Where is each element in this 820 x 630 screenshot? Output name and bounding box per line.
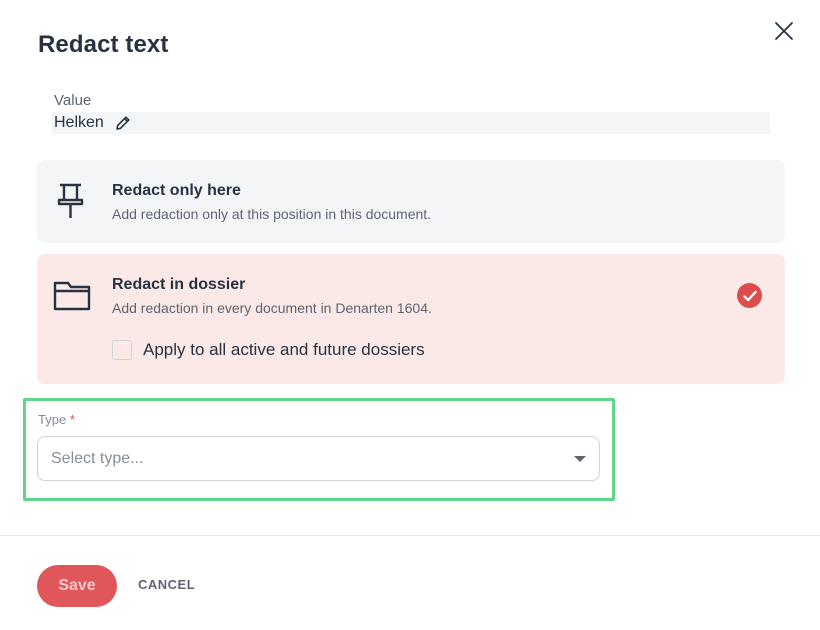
pencil-icon[interactable] — [114, 114, 132, 132]
value-section: Value Helken — [52, 92, 770, 134]
dialog-title: Redact text — [38, 31, 169, 58]
type-label: Type * — [38, 412, 75, 427]
option-title: Redact only here — [112, 182, 241, 199]
option-title: Redact in dossier — [112, 276, 246, 293]
redact-text-dialog: Redact text Value Helken Redact only her… — [0, 0, 820, 630]
value-text: Helken — [54, 114, 104, 131]
type-select[interactable]: Select type... — [37, 436, 600, 481]
apply-all-dossiers-label: Apply to all active and future dossiers — [143, 340, 425, 359]
option-redact-only-here[interactable]: Redact only here Add redaction only at t… — [37, 160, 785, 243]
save-button[interactable]: Save — [37, 565, 117, 607]
option-redact-in-dossier[interactable]: Redact in dossier Add redaction in every… — [37, 254, 785, 384]
folder-icon — [53, 281, 91, 311]
apply-all-dossiers-checkbox[interactable] — [112, 340, 132, 360]
close-icon — [775, 22, 793, 40]
required-marker: * — [69, 412, 75, 427]
caret-down-icon — [574, 456, 586, 462]
type-label-text: Type — [38, 412, 67, 427]
footer-divider — [0, 535, 820, 536]
option-description: Add redaction in every document in Denar… — [112, 300, 432, 316]
close-button[interactable] — [770, 17, 798, 45]
type-select-placeholder: Select type... — [51, 450, 144, 467]
value-row: Helken — [52, 112, 770, 134]
cancel-button[interactable]: CANCEL — [138, 577, 195, 592]
apply-all-dossiers-option[interactable]: Apply to all active and future dossiers — [112, 340, 425, 360]
value-label: Value — [54, 92, 92, 109]
selected-check-icon — [737, 283, 762, 308]
pushpin-icon — [57, 183, 84, 218]
option-description: Add redaction only at this position in t… — [112, 206, 432, 222]
